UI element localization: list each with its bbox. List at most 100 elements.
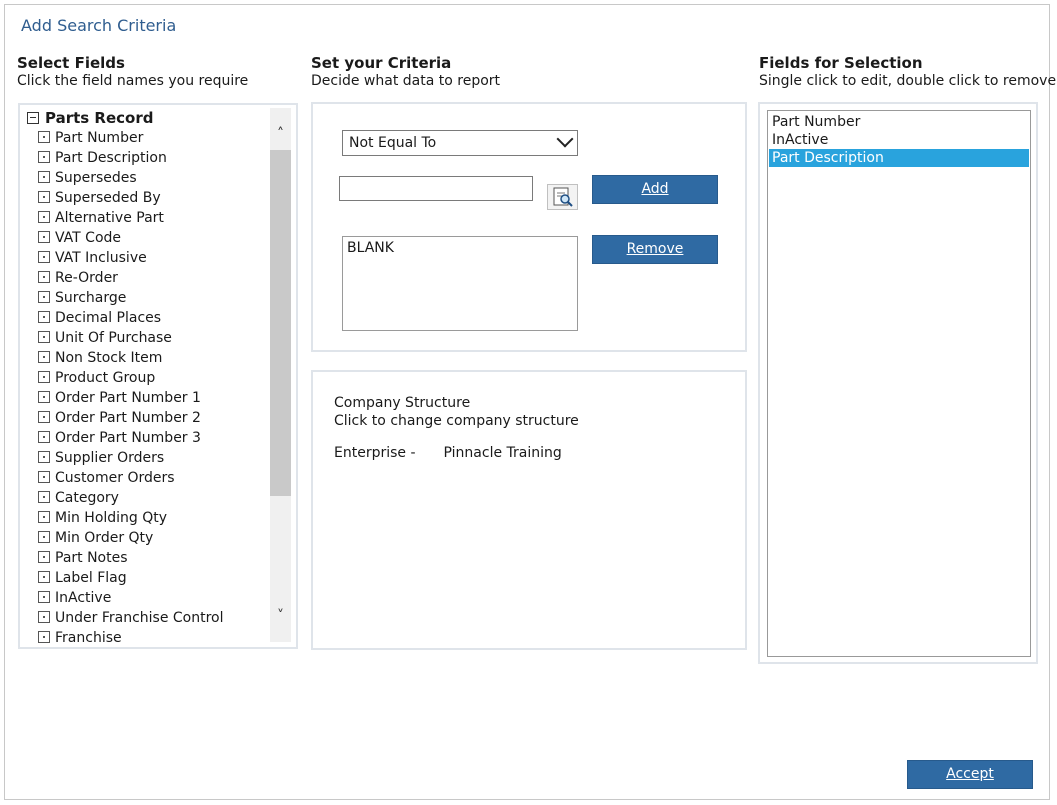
field-node-icon	[38, 371, 50, 383]
tree-field-item[interactable]: Order Part Number 1	[24, 388, 272, 408]
field-tree: Parts Record Part Number Part Description…	[18, 103, 298, 649]
criteria-values-list[interactable]: BLANK	[342, 236, 578, 331]
tree-field-label: Re-Order	[55, 270, 118, 286]
field-node-icon	[38, 511, 50, 523]
tree-field-item[interactable]: Surcharge	[24, 288, 272, 308]
tree-field-item[interactable]: Alternative Part	[24, 208, 272, 228]
tree-field-item[interactable]: InActive	[24, 588, 272, 608]
tree-field-label: Part Number	[55, 130, 144, 146]
tree-field-item[interactable]: Superseded By	[24, 188, 272, 208]
tree-field-label: Under Franchise Control	[55, 610, 224, 626]
field-node-icon	[38, 411, 50, 423]
tree-field-label: Category	[55, 490, 119, 506]
tree-field-item[interactable]: Category	[24, 488, 272, 508]
criteria-value-item[interactable]: BLANK	[347, 240, 573, 256]
field-node-icon	[38, 611, 50, 623]
company-structure[interactable]: Company Structure Click to change compan…	[334, 394, 579, 462]
field-node-icon	[38, 431, 50, 443]
field-node-icon	[38, 531, 50, 543]
tree-field-label: Supplier Orders	[55, 450, 165, 466]
tree-field-item[interactable]: Unit Of Purchase	[24, 328, 272, 348]
tree-field-item[interactable]: Label Flag	[24, 568, 272, 588]
tree-field-label: InActive	[55, 590, 112, 606]
remove-button[interactable]: Remove	[592, 235, 718, 264]
scroll-up-icon[interactable]: ˄	[270, 124, 291, 144]
add-button-label: Add	[641, 181, 669, 197]
tree-scrollbar[interactable]: ˄ ˅	[270, 108, 291, 642]
field-node-icon	[38, 191, 50, 203]
tree-field-label: Customer Orders	[55, 470, 175, 486]
company-structure-hint: Click to change company structure	[334, 413, 579, 429]
tree-field-label: Product Group	[55, 370, 156, 386]
tree-field-item[interactable]: Part Number	[24, 128, 272, 148]
select-fields-subheading: Click the field names you require	[17, 73, 249, 89]
field-node-icon	[38, 591, 50, 603]
company-structure-title: Company Structure	[334, 395, 471, 411]
tree-field-item[interactable]: Customer Orders	[24, 468, 272, 488]
add-button[interactable]: Add	[592, 175, 718, 204]
tree-field-item[interactable]: Part Description	[24, 148, 272, 168]
tree-field-item[interactable]: Min Holding Qty	[24, 508, 272, 528]
operator-select[interactable]: Not Equal To	[342, 130, 578, 156]
set-criteria-header: Set your Criteria Decide what data to re…	[311, 54, 500, 90]
selected-fields-list[interactable]: Part Number InActive Part Description	[767, 110, 1031, 657]
tree-field-item[interactable]: Min Order Qty	[24, 528, 272, 548]
field-node-icon	[38, 211, 50, 223]
tree-field-item[interactable]: VAT Inclusive	[24, 248, 272, 268]
tree-field-label: Part Description	[55, 150, 167, 166]
selected-field-item[interactable]: Part Number	[769, 113, 1029, 131]
scroll-down-icon[interactable]: ˅	[270, 606, 291, 626]
tree-field-label: Min Order Qty	[55, 530, 154, 546]
enterprise-label: Enterprise -	[334, 445, 416, 461]
tree-field-label: Min Holding Qty	[55, 510, 168, 526]
tree-field-item[interactable]: Decimal Places	[24, 308, 272, 328]
operator-select-value: Not Equal To	[349, 135, 437, 151]
tree-field-item[interactable]: Under Franchise Control	[24, 608, 272, 628]
field-node-icon	[38, 491, 50, 503]
tree-field-label: Supersedes	[55, 170, 137, 186]
select-fields-heading: Select Fields	[17, 54, 125, 72]
field-node-icon	[38, 231, 50, 243]
tree-field-item[interactable]: Franchise	[24, 628, 272, 647]
criteria-value-input[interactable]	[339, 176, 533, 201]
tree-field-item[interactable]: Order Part Number 2	[24, 408, 272, 428]
tree-root-parts-record[interactable]: Parts Record	[24, 108, 272, 128]
remove-button-label: Remove	[626, 241, 684, 257]
field-node-icon	[38, 551, 50, 563]
lookup-button[interactable]	[547, 184, 578, 210]
field-node-icon	[38, 151, 50, 163]
tree-field-label: Superseded By	[55, 190, 161, 206]
field-node-icon	[38, 331, 50, 343]
tree-field-item[interactable]: Supplier Orders	[24, 448, 272, 468]
accept-button[interactable]: Accept	[907, 760, 1033, 789]
field-node-icon	[38, 171, 50, 183]
tree-field-item[interactable]: Part Notes	[24, 548, 272, 568]
selected-field-item-active[interactable]: Part Description	[769, 149, 1029, 167]
collapse-icon[interactable]	[27, 111, 39, 124]
tree-field-label: Label Flag	[55, 570, 127, 586]
tree-field-label: Franchise	[55, 630, 122, 646]
tree-field-item[interactable]: Non Stock Item	[24, 348, 272, 368]
field-node-icon	[38, 471, 50, 483]
tree-field-item[interactable]: Product Group	[24, 368, 272, 388]
select-fields-header: Select Fields Click the field names you …	[17, 54, 248, 90]
tree-field-item[interactable]: Supersedes	[24, 168, 272, 188]
scrollbar-thumb[interactable]	[270, 150, 291, 496]
enterprise-row: Enterprise - Pinnacle Training	[334, 444, 579, 462]
tree-field-item[interactable]: Order Part Number 3	[24, 428, 272, 448]
tree-field-item[interactable]: Re-Order	[24, 268, 272, 288]
set-criteria-subheading: Decide what data to report	[311, 73, 501, 89]
field-node-icon	[38, 271, 50, 283]
tree-field-item[interactable]: VAT Code	[24, 228, 272, 248]
fields-selection-subheading: Single click to edit, double click to re…	[759, 73, 1057, 89]
selected-field-item[interactable]: InActive	[769, 131, 1029, 149]
search-lookup-icon	[553, 187, 573, 207]
enterprise-value: Pinnacle Training	[443, 445, 562, 461]
dialog-title: Add Search Criteria	[21, 16, 177, 35]
tree-field-label: Decimal Places	[55, 310, 162, 326]
fields-selection-header: Fields for Selection Single click to edi…	[759, 54, 1056, 90]
field-node-icon	[38, 391, 50, 403]
fields-selection-heading: Fields for Selection	[759, 54, 923, 72]
field-node-icon	[38, 311, 50, 323]
field-node-icon	[38, 251, 50, 263]
